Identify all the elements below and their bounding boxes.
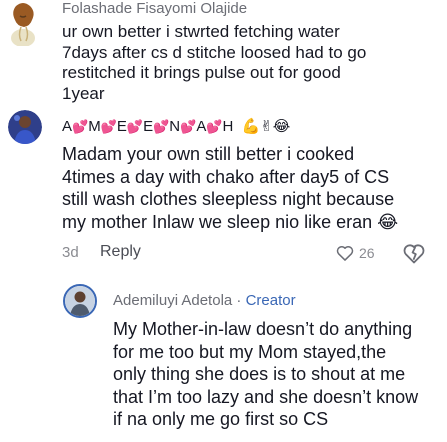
- comment-timestamp: 3d: [62, 244, 79, 261]
- author-letter: A: [196, 118, 207, 135]
- reply-text: My Mother-in-law doesn’t do anything for…: [113, 319, 419, 429]
- heart-emoji-icon: 💕: [100, 119, 117, 134]
- creator-badge: Creator: [245, 292, 296, 309]
- comment-author[interactable]: Folashade Fisayomi Olajide: [62, 0, 247, 17]
- author-emoji: 💪✌😂: [241, 118, 291, 135]
- author-letter: N: [169, 118, 181, 135]
- avatar[interactable]: [63, 284, 97, 318]
- heart-outline-icon[interactable]: [335, 243, 355, 268]
- dislike-icon[interactable]: [402, 241, 426, 270]
- comment-author[interactable]: A💕M💕E💕E💕N💕A💕H 💪✌😂: [62, 117, 290, 135]
- like-count: 26: [359, 245, 375, 261]
- reply-author[interactable]: Ademiluyi Adetola · Creator: [113, 292, 296, 309]
- avatar-image: [0, 0, 46, 46]
- comment-text: ur own better i stwrted fetching water 7…: [62, 22, 367, 103]
- avatar-image: [8, 110, 42, 144]
- heart-emoji-icon: 💕: [72, 119, 89, 134]
- reply-author-name: Ademiluyi Adetola: [113, 292, 233, 309]
- avatar-image: [65, 286, 95, 316]
- heart-emoji-icon: 💕: [180, 119, 197, 134]
- avatar[interactable]: [0, 0, 46, 46]
- heart-emoji-icon: 💕: [206, 119, 223, 134]
- author-letter: E: [143, 118, 154, 135]
- author-letter: M: [88, 118, 101, 135]
- author-letter: E: [116, 118, 127, 135]
- author-letter: H: [222, 118, 234, 135]
- reply-button[interactable]: Reply: [100, 243, 141, 261]
- heart-emoji-icon: 💕: [153, 119, 170, 134]
- comment-text: Madam your own still better i cooked 4ti…: [62, 144, 399, 232]
- separator: ·: [232, 292, 246, 309]
- author-letter: A: [62, 118, 73, 135]
- avatar[interactable]: [8, 110, 42, 144]
- heart-emoji-icon: 💕: [126, 119, 144, 134]
